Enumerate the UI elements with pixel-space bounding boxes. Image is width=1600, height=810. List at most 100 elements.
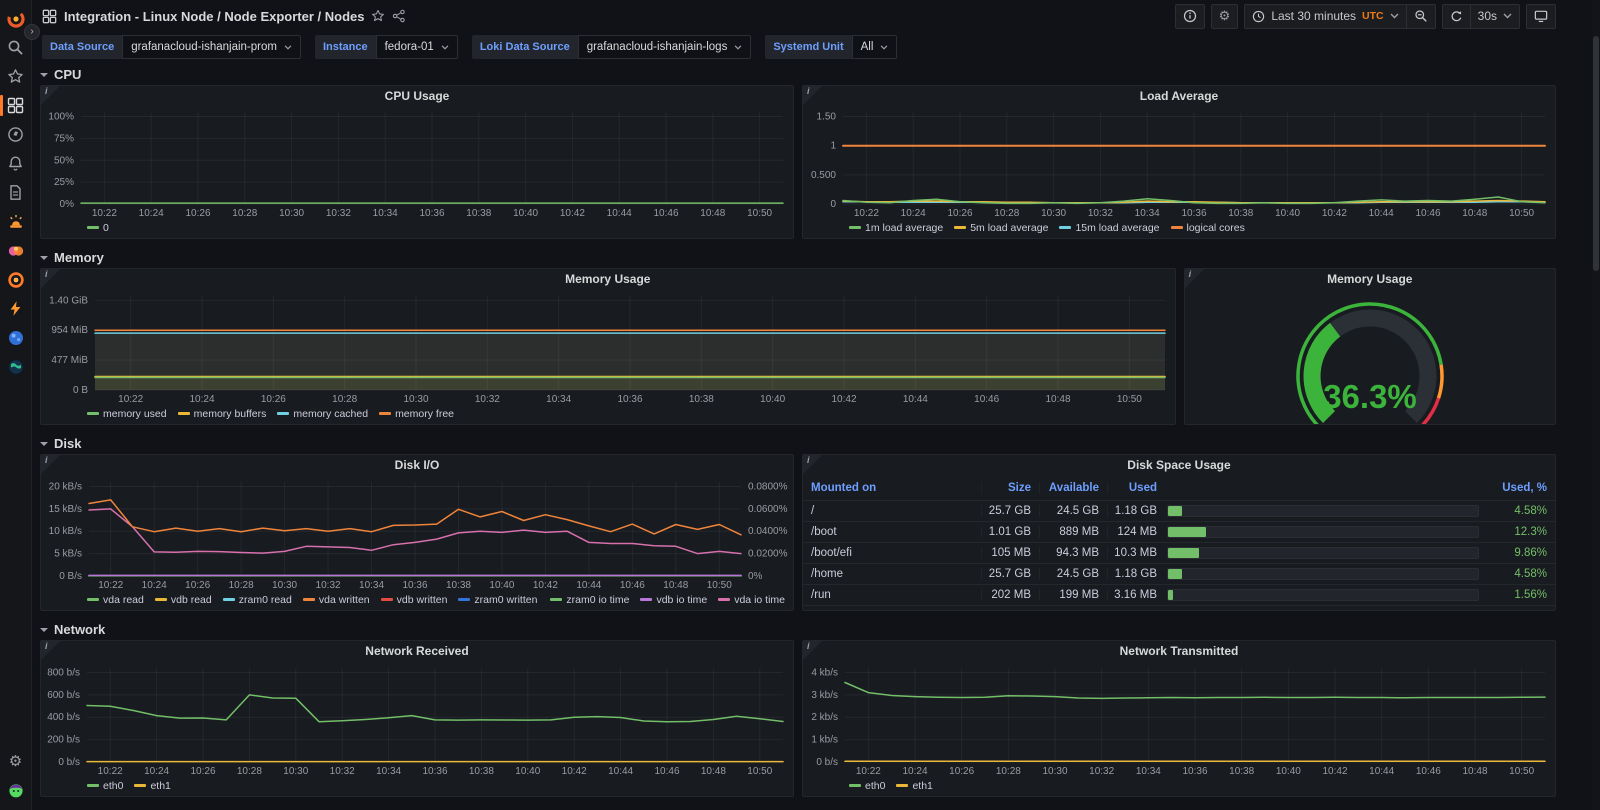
svg-text:600 b/s: 600 b/s bbox=[47, 690, 80, 701]
legend-item[interactable]: eth1 bbox=[134, 780, 170, 792]
scrollbar-thumb[interactable] bbox=[1593, 36, 1599, 271]
panel-title[interactable]: Network Transmitted bbox=[803, 641, 1555, 662]
legend-item[interactable]: memory free bbox=[379, 408, 454, 420]
legend-item[interactable]: vda io time bbox=[718, 594, 785, 606]
legend-item[interactable]: zram0 written bbox=[458, 594, 537, 606]
cpu-usage-chart[interactable]: 10:2210:2410:2610:2810:3010:3210:3410:36… bbox=[41, 107, 793, 220]
panel-info-corner[interactable]: i bbox=[41, 269, 60, 288]
legend-item[interactable]: vdb read bbox=[155, 594, 212, 606]
memory-usage-chart[interactable]: 10:2210:2410:2610:2810:3010:3210:3410:36… bbox=[41, 290, 1175, 406]
column-header[interactable]: Mounted on bbox=[811, 482, 981, 494]
column-header[interactable]: Used bbox=[1107, 482, 1165, 494]
disk-io-chart[interactable]: 10:2210:2410:2610:2810:3010:3210:3410:36… bbox=[41, 476, 793, 592]
topbar-controls: ⚙ Last 30 minutes UTC bbox=[1175, 4, 1556, 29]
zoom-out-button[interactable] bbox=[1406, 4, 1436, 29]
panel-info-corner[interactable]: i bbox=[1185, 269, 1204, 288]
legend-label: zram0 io time bbox=[566, 594, 629, 606]
magnifier-minus-icon bbox=[1414, 9, 1428, 23]
sidebar-item-alerting[interactable] bbox=[0, 149, 32, 178]
legend-item[interactable]: eth1 bbox=[896, 780, 932, 792]
sidebar-item-profile[interactable] bbox=[0, 775, 32, 804]
legend-item[interactable]: vdb written bbox=[381, 594, 448, 606]
legend-item[interactable]: logical cores bbox=[1171, 222, 1245, 234]
load-average-chart[interactable]: 10:2210:2410:2610:2810:3010:3210:3410:36… bbox=[803, 107, 1555, 220]
panel-title[interactable]: Load Average bbox=[803, 86, 1555, 107]
legend-item[interactable]: 1m load average bbox=[849, 222, 943, 234]
vertical-scrollbar[interactable] bbox=[1592, 0, 1600, 810]
filter-label[interactable]: Data Source bbox=[42, 35, 122, 59]
panel-title[interactable]: Memory Usage bbox=[1185, 269, 1555, 290]
legend-item[interactable]: eth0 bbox=[849, 780, 885, 792]
svg-text:10:26: 10:26 bbox=[947, 208, 972, 219]
usage-bar-fill bbox=[1168, 548, 1199, 558]
legend-item[interactable]: vda read bbox=[87, 594, 144, 606]
sidebar-item-oncall[interactable] bbox=[0, 265, 32, 294]
section-header-network[interactable]: Network bbox=[40, 619, 1556, 640]
sidebar-expand-button[interactable]: › bbox=[24, 24, 40, 40]
sidebar-item-starred[interactable] bbox=[0, 62, 32, 91]
legend-item[interactable]: eth0 bbox=[87, 780, 123, 792]
legend-item[interactable]: memory cached bbox=[277, 408, 368, 420]
legend-swatch bbox=[87, 226, 99, 229]
filter-label[interactable]: Systemd Unit bbox=[765, 35, 851, 59]
panel-title[interactable]: Disk I/O bbox=[41, 455, 793, 476]
sidebar-item-k6[interactable] bbox=[0, 294, 32, 323]
sidebar-item-dashboards[interactable] bbox=[0, 91, 32, 120]
svg-text:0: 0 bbox=[830, 199, 836, 210]
star-icon[interactable] bbox=[371, 9, 385, 23]
legend-item[interactable]: vda written bbox=[303, 594, 370, 606]
dashboard-grid-icon[interactable] bbox=[42, 9, 57, 24]
legend-item[interactable]: 5m load average bbox=[954, 222, 1048, 234]
time-range-picker[interactable]: Last 30 minutes UTC bbox=[1244, 4, 1405, 29]
sidebar-item-settings[interactable]: ⚙ bbox=[0, 746, 32, 775]
legend-label: logical cores bbox=[1187, 222, 1245, 234]
filter-value-dropdown[interactable]: fedora-01 bbox=[376, 35, 458, 59]
panel-info-corner[interactable]: i bbox=[803, 86, 822, 105]
panel-title[interactable]: Disk Space Usage bbox=[803, 455, 1555, 476]
network-received-chart[interactable]: 10:2210:2410:2610:2810:3010:3210:3410:36… bbox=[41, 662, 793, 778]
sidebar-item-explore[interactable] bbox=[0, 120, 32, 149]
sidebar-item-web-monitoring[interactable] bbox=[0, 352, 32, 381]
filter-value-dropdown[interactable]: grafanacloud-ishanjain-prom bbox=[122, 35, 301, 59]
dashboard-title[interactable]: Integration - Linux Node / Node Exporter… bbox=[64, 9, 364, 24]
panel-title[interactable]: Memory Usage bbox=[41, 269, 1175, 290]
panel-title[interactable]: Network Received bbox=[41, 641, 793, 662]
filter-label[interactable]: Instance bbox=[315, 35, 376, 59]
filter-value-dropdown[interactable]: grafanacloud-ishanjain-logs bbox=[578, 35, 752, 59]
legend-item[interactable]: memory buffers bbox=[178, 408, 267, 420]
insights-button[interactable] bbox=[1175, 4, 1205, 29]
legend-item[interactable]: 15m load average bbox=[1059, 222, 1159, 234]
legend-item[interactable]: zram0 read bbox=[223, 594, 292, 606]
refresh-interval-dropdown[interactable]: 30s bbox=[1470, 4, 1520, 29]
panel-info-corner[interactable]: i bbox=[803, 455, 822, 474]
legend-item[interactable]: zram0 io time bbox=[550, 594, 629, 606]
sidebar-item-synthetics[interactable] bbox=[0, 323, 32, 352]
svg-text:10:22: 10:22 bbox=[92, 208, 117, 219]
mount-cell: /boot bbox=[811, 526, 981, 538]
legend-item[interactable]: 0 bbox=[87, 222, 109, 234]
network-transmitted-chart[interactable]: 10:2210:2410:2610:2810:3010:3210:3410:36… bbox=[803, 662, 1555, 778]
sidebar-item-incident[interactable] bbox=[0, 207, 32, 236]
refresh-button[interactable] bbox=[1442, 4, 1470, 29]
sidebar-item-machine-learning[interactable] bbox=[0, 236, 32, 265]
filter-label[interactable]: Loki Data Source bbox=[472, 35, 578, 59]
legend-item[interactable]: vdb io time bbox=[640, 594, 707, 606]
sidebar-item-docs[interactable] bbox=[0, 178, 32, 207]
panel-info-corner[interactable]: i bbox=[41, 86, 60, 105]
section-header-memory[interactable]: Memory bbox=[40, 247, 1556, 268]
legend-item[interactable]: memory used bbox=[87, 408, 167, 420]
column-header[interactable]: Used, % bbox=[1489, 482, 1547, 494]
dashboard-settings-button[interactable]: ⚙ bbox=[1211, 4, 1239, 29]
panel-info-corner[interactable]: i bbox=[803, 641, 822, 660]
share-icon[interactable] bbox=[392, 9, 406, 23]
column-header[interactable]: Size bbox=[981, 482, 1039, 494]
panel-title[interactable]: CPU Usage bbox=[41, 86, 793, 107]
section-header-disk[interactable]: Disk bbox=[40, 433, 1556, 454]
column-header[interactable]: Available bbox=[1039, 482, 1107, 494]
tv-mode-button[interactable] bbox=[1526, 4, 1556, 29]
svg-text:0 B: 0 B bbox=[73, 385, 88, 396]
panel-info-corner[interactable]: i bbox=[41, 455, 60, 474]
section-header-cpu[interactable]: CPU bbox=[40, 64, 1556, 85]
panel-info-corner[interactable]: i bbox=[41, 641, 60, 660]
filter-value-dropdown[interactable]: All bbox=[852, 35, 898, 59]
